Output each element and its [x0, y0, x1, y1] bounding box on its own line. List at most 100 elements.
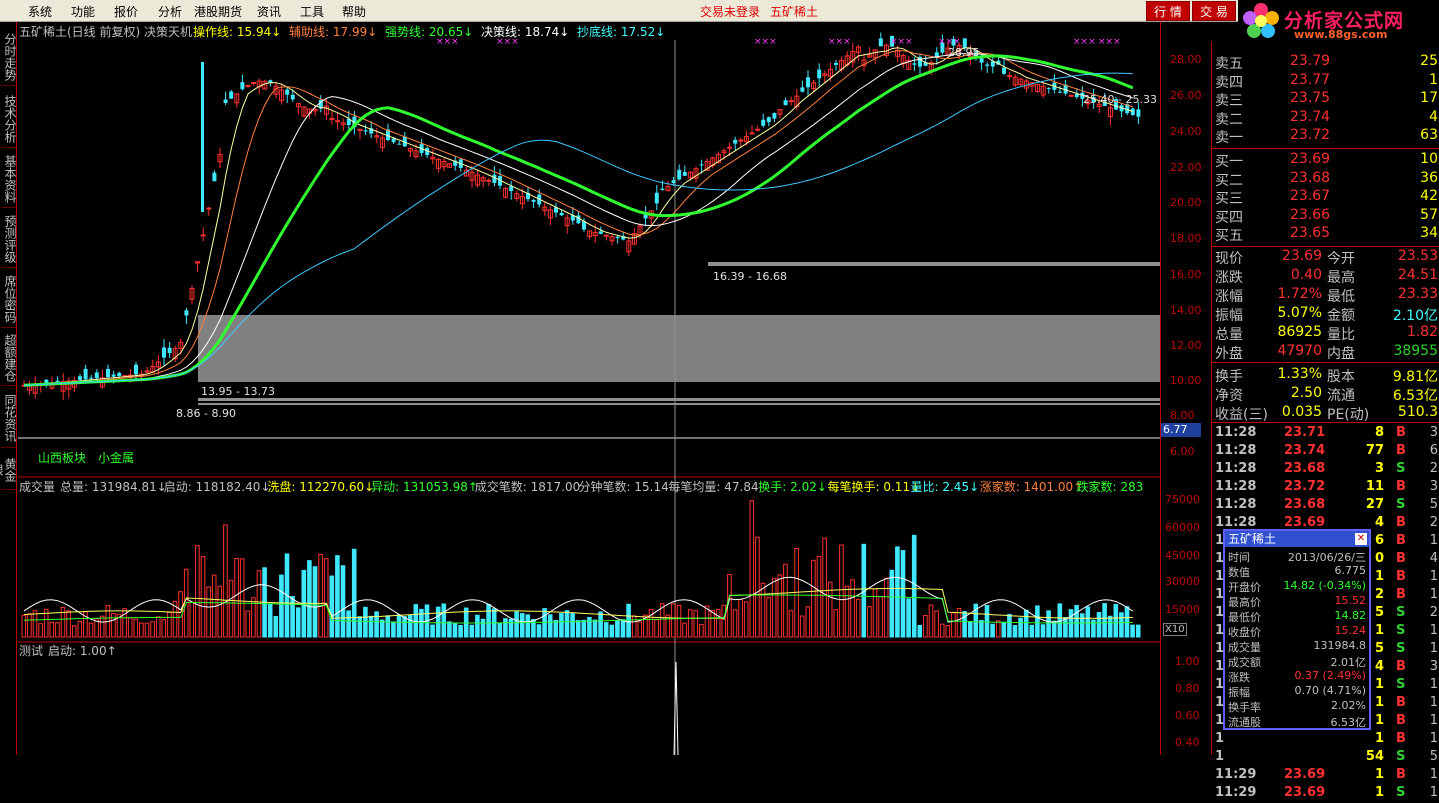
volume-bar — [923, 615, 928, 638]
order-price: 23.68 — [1290, 169, 1331, 186]
price-tick: 10.00 — [1170, 374, 1202, 387]
popup-label: 成交额 — [1228, 656, 1261, 669]
volume-bar — [267, 604, 273, 638]
volume-indicator-10: 涨家数: 1401.00↑ — [980, 479, 1084, 494]
volume-bar — [228, 579, 234, 638]
volume-bar — [234, 557, 239, 638]
menu-item-3[interactable]: 分析 — [158, 3, 182, 20]
volume-bar — [811, 559, 816, 638]
candle — [290, 94, 295, 100]
volume-bar — [715, 609, 721, 638]
side-tab-2[interactable]: 基本资料 — [1, 150, 17, 208]
volume-bar — [223, 524, 228, 638]
volume-bar — [1107, 615, 1113, 638]
candle — [251, 82, 257, 85]
volume-bar — [592, 619, 598, 638]
side-tabs: 分时走势技术分析基本资料预测评级席位密码超额建仓同花资讯黄金眼 — [0, 22, 17, 755]
volume-bar — [458, 624, 463, 638]
candle — [212, 172, 217, 182]
volume-bar — [66, 610, 71, 638]
trade-button[interactable]: 交 易 — [1192, 1, 1236, 21]
volume-bar — [312, 566, 318, 638]
volume-bar — [995, 620, 1001, 638]
info-popup: 五矿稀土 ✕ 时间 2013/06/26/三 数值 6.775 开盘价 14.82 (-0… — [1223, 529, 1371, 730]
annotation: 8.86 - 8.90 — [176, 407, 236, 420]
close-icon[interactable]: ✕ — [1355, 533, 1367, 545]
candle — [492, 174, 497, 183]
quote-value: 86925 — [1277, 324, 1322, 340]
candle — [643, 214, 648, 219]
volume-bar — [150, 621, 155, 638]
tick-price: 23.69 — [1284, 785, 1326, 800]
volume-indicator-5: 分钟笔数: 15.14 — [579, 479, 669, 494]
candle — [834, 62, 838, 65]
volume-bar — [788, 610, 794, 638]
quote-value: 0.40 — [1290, 267, 1322, 283]
quote-value: 6.53亿 — [1392, 388, 1438, 404]
side-tab-6[interactable]: 同花资讯 — [1, 388, 17, 448]
volume-tick: 30000 — [1165, 575, 1200, 588]
order-label: 卖二 — [1215, 111, 1243, 128]
candle — [223, 99, 228, 103]
tick-volume: 1 — [1374, 785, 1384, 800]
price-tick: 20.00 — [1170, 196, 1202, 209]
price-tick: 12.00 — [1170, 339, 1202, 352]
menu-item-2[interactable]: 报价 — [114, 3, 138, 20]
volume-bar — [155, 616, 161, 638]
quote-label: 今开 — [1327, 251, 1355, 267]
menu-item-6[interactable]: 工具 — [300, 3, 324, 20]
volume-bar — [805, 606, 811, 638]
side-tab-3[interactable]: 预测评级 — [1, 210, 17, 268]
quote-button[interactable]: 行 情 — [1146, 1, 1190, 21]
volume-bar — [900, 550, 906, 638]
menu-item-1[interactable]: 功能 — [71, 3, 95, 20]
quote-value: 23.69 — [1281, 248, 1322, 264]
volume-bar — [161, 619, 167, 638]
volume-bar — [525, 614, 531, 638]
volume-bar — [721, 604, 727, 638]
candle — [677, 169, 682, 180]
volume-bar — [1135, 624, 1141, 638]
order-volume: 10 — [1420, 151, 1438, 167]
test-indicator: 启动: 1.00↑ — [48, 644, 117, 658]
indicator-0: 操作线: 15.94↓ — [193, 24, 281, 39]
chart-area[interactable]: 五矿稀土(日线 前复权) 决策天机 操作线: 15.94↓ 辅助线: 17.99↓ 强… — [18, 22, 1160, 755]
divider — [1212, 246, 1439, 247]
tick-time: 11:28 — [1215, 461, 1257, 476]
side-tab-1[interactable]: 技术分析 — [1, 90, 17, 148]
side-tab-0[interactable]: 分时走势 — [1, 28, 17, 86]
tick-time: 11:29 — [1215, 767, 1257, 782]
support-line — [708, 262, 1160, 266]
candle — [806, 77, 810, 88]
volume-bar — [55, 622, 60, 638]
candle — [240, 82, 245, 90]
tick-count: 2 — [1429, 605, 1438, 620]
volume-tick: 45000 — [1165, 549, 1200, 562]
signal-mark: ××× — [938, 37, 961, 47]
volume-bar — [598, 611, 603, 638]
order-sell-row: 卖五 23.79 25 — [1212, 53, 1439, 72]
menu-item-5[interactable]: 资讯 — [257, 3, 281, 20]
popup-value: 2.02% — [1331, 699, 1366, 712]
volume-bar — [951, 612, 956, 638]
side-tab-5[interactable]: 超额建仓 — [1, 330, 17, 386]
tick-price: 23.74 — [1284, 443, 1326, 458]
candle — [134, 364, 138, 375]
menu-item-0[interactable]: 系统 — [28, 3, 52, 20]
side-tab-4[interactable]: 席位密码 — [1, 270, 17, 328]
menu-item-4[interactable]: 港股期货 — [194, 3, 242, 20]
popup-row: 时间 2013/06/26/三 — [1225, 549, 1369, 564]
tick-volume: 1 — [1374, 731, 1384, 746]
tick-count: 1 — [1429, 695, 1438, 710]
volume-bar — [290, 596, 295, 638]
side-tab-7[interactable]: 黄金眼 — [0, 450, 17, 490]
volume-bar — [363, 606, 368, 638]
volume-bar — [615, 620, 620, 638]
tick-count: 2 — [1429, 461, 1438, 476]
tick-direction: B — [1396, 713, 1406, 728]
volume-bar — [486, 604, 491, 638]
quote-value: 2.10亿 — [1392, 308, 1438, 324]
menu-item-7[interactable]: 帮助 — [342, 3, 366, 20]
volume-bar — [245, 610, 251, 638]
candle — [531, 199, 536, 202]
